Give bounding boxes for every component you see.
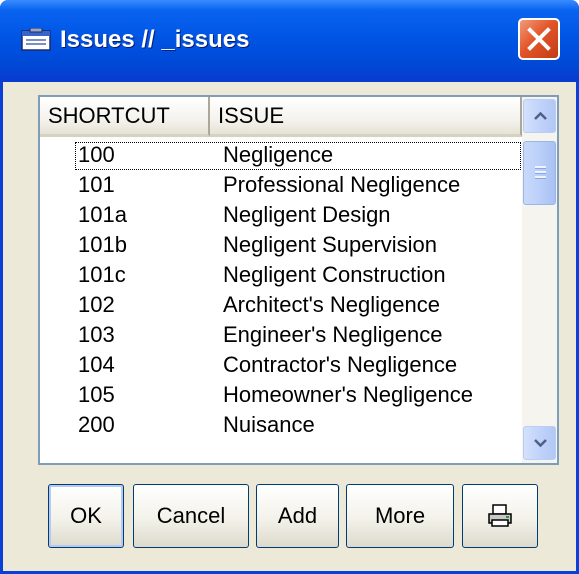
more-button[interactable]: More <box>346 484 454 548</box>
issue-cell: Negligent Construction <box>223 262 446 287</box>
shortcut-cell: 103 <box>78 322 115 347</box>
issues-list[interactable]: SHORTCUT ISSUE 100 Negligence 101 Professio… <box>38 95 559 465</box>
issue-cell: Architect's Negligence <box>223 292 440 317</box>
printer-icon <box>488 504 512 527</box>
issue-cell: Negligent Supervision <box>223 232 438 257</box>
shortcut-cell: 100 <box>78 142 115 167</box>
issue-cell: Negligent Design <box>223 202 391 227</box>
grip-line <box>535 171 546 174</box>
issue-cell: Engineer's Negligence <box>223 322 443 347</box>
table-row[interactable]: 101a Negligent Design <box>40 201 522 231</box>
chevron-down-icon <box>534 439 547 448</box>
close-button[interactable] <box>518 18 560 60</box>
chevron-up-icon <box>534 111 547 120</box>
grip-line <box>535 166 546 169</box>
scroll-thumb[interactable] <box>523 141 556 205</box>
table-row[interactable]: 101b Negligent Supervision <box>40 231 522 261</box>
issue-cell: Negligence <box>223 142 334 167</box>
table-row[interactable]: 100 Negligence <box>74 141 522 171</box>
print-button[interactable] <box>462 484 538 548</box>
cancel-button[interactable]: Cancel <box>133 484 249 548</box>
column-header-shortcut[interactable]: SHORTCUT <box>40 97 210 137</box>
column-header-issue[interactable]: ISSUE <box>210 97 522 137</box>
issue-cell: Professional Negligence <box>223 172 461 197</box>
shortcut-cell: 101 <box>78 172 115 197</box>
issue-cell: Contractor's Negligence <box>223 352 458 377</box>
shortcut-cell: 101c <box>78 262 126 287</box>
grip-line <box>535 176 546 179</box>
issue-cell: Homeowner's Negligence <box>223 382 473 407</box>
title-bar[interactable]: Issues // _issues <box>0 0 579 82</box>
shortcut-cell: 200 <box>78 412 115 437</box>
issues-dialog: Issues // _issues SHORTCUT ISSUE 100 Negl… <box>0 0 579 574</box>
shortcut-cell: 102 <box>78 292 115 317</box>
ok-button[interactable]: OK <box>48 484 124 548</box>
vertical-scrollbar[interactable] <box>522 97 557 463</box>
shortcut-cell: 101a <box>78 202 127 227</box>
table-row[interactable]: 105 Homeowner's Negligence <box>40 381 522 411</box>
window-title: Issues // _issues <box>60 26 250 53</box>
close-icon <box>527 27 551 51</box>
shortcut-cell: 101b <box>78 232 127 257</box>
scroll-down-button[interactable] <box>523 426 556 460</box>
add-button[interactable]: Add <box>256 484 339 548</box>
list-header: SHORTCUT ISSUE <box>40 97 522 137</box>
shortcut-cell: 105 <box>78 382 115 407</box>
table-row[interactable]: 101 Professional Negligence <box>40 171 522 201</box>
scroll-up-button[interactable] <box>523 99 556 133</box>
issue-cell: Nuisance <box>223 412 315 437</box>
table-row[interactable]: 103 Engineer's Negligence <box>40 321 522 351</box>
table-row[interactable]: 102 Architect's Negligence <box>40 291 522 321</box>
table-row[interactable]: 104 Contractor's Negligence <box>40 351 522 381</box>
database-icon <box>21 28 51 51</box>
shortcut-cell: 104 <box>78 352 115 377</box>
table-row[interactable]: 200 Nuisance <box>40 411 522 441</box>
table-row[interactable]: 101c Negligent Construction <box>40 261 522 291</box>
